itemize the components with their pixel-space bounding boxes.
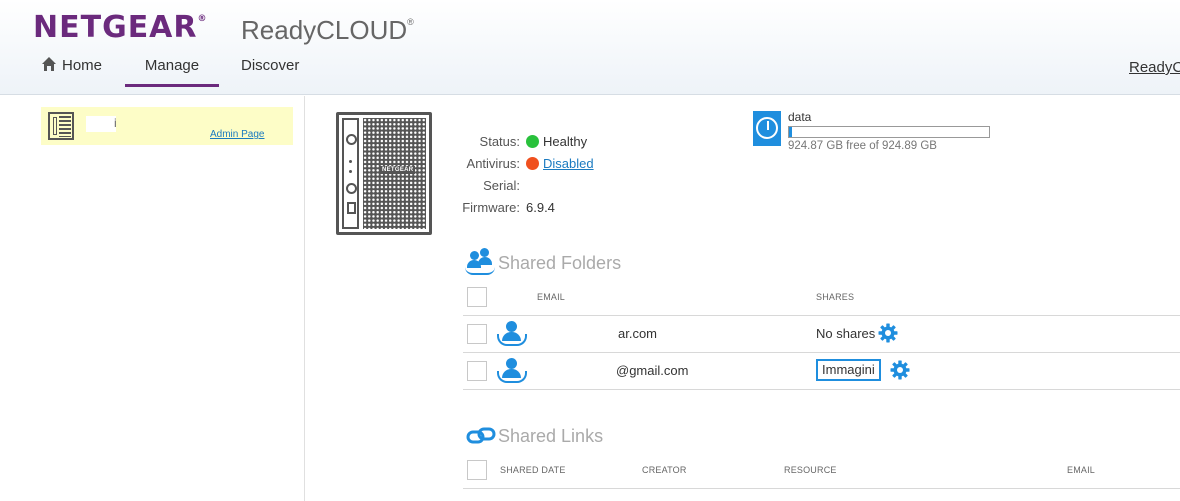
volume-usage-bar <box>788 126 990 138</box>
tab-manage-label: Manage <box>144 57 200 74</box>
home-icon <box>42 57 56 71</box>
column-header-email: EMAIL <box>537 292 566 302</box>
tab-discover[interactable]: Discover <box>241 57 299 87</box>
device-list-item[interactable]: i Admin Page <box>41 107 293 145</box>
gear-icon[interactable] <box>878 323 898 343</box>
device-sidebar: i Admin Page <box>0 96 305 501</box>
device-status-info: Status: Healthy Antivirus: Disabled Seri… <box>455 131 655 219</box>
select-all-links-checkbox[interactable] <box>467 460 487 480</box>
shares-value: No shares <box>816 326 876 341</box>
volume-name: data <box>788 110 812 124</box>
firmware-value: 6.9.4 <box>526 200 555 215</box>
power-icon <box>346 134 357 145</box>
column-header-shares: SHARES <box>816 292 855 302</box>
user-icon <box>497 320 527 348</box>
column-header-resource: RESOURCE <box>784 465 837 475</box>
admin-page-link[interactable]: Admin Page <box>210 129 264 140</box>
row-checkbox[interactable] <box>467 324 487 344</box>
volume-free-text: 924.87 GB free of 924.89 GB <box>788 140 937 152</box>
shared-folders-icon <box>465 248 495 276</box>
healthy-status-icon <box>526 135 539 148</box>
column-header-shared-date: SHARED DATE <box>500 465 566 475</box>
tab-manage[interactable]: Manage <box>125 57 219 87</box>
user-email: ar.com <box>618 326 658 341</box>
tab-discover-label: Discover <box>241 57 300 74</box>
status-value: Healthy <box>543 134 588 149</box>
antivirus-link[interactable]: Disabled <box>543 156 594 171</box>
netgear-logo[interactable]: NETGEAR® <box>33 10 208 45</box>
user-email: @gmail.com <box>616 363 689 378</box>
antivirus-status-icon <box>526 157 539 170</box>
column-header-email: EMAIL <box>1067 465 1096 475</box>
nas-device-icon <box>48 112 74 140</box>
tab-home-label: Home <box>62 57 103 74</box>
readycloud-account-link[interactable]: ReadyC <box>1129 59 1180 76</box>
app-header: NETGEAR® ReadyCLOUD® Home Manage Discove… <box>0 0 1180 95</box>
row-checkbox[interactable] <box>467 361 487 381</box>
nas-logo: NETGEAR <box>380 166 416 174</box>
volume-pie-icon <box>753 111 781 146</box>
shared-links-title: Shared Links <box>498 426 604 446</box>
column-header-creator: CREATOR <box>642 465 687 475</box>
select-all-folders-checkbox[interactable] <box>467 287 487 307</box>
user-icon <box>497 357 527 385</box>
share-folder-button[interactable]: Immagini <box>816 359 881 381</box>
shared-folders-title: Shared Folders <box>498 253 622 273</box>
nas-illustration: NETGEAR <box>336 112 432 235</box>
tab-home[interactable]: Home <box>42 57 102 87</box>
device-name: i <box>86 116 117 132</box>
link-icon <box>466 427 496 444</box>
product-title: ReadyCLOUD® <box>241 15 414 45</box>
gear-icon[interactable] <box>890 360 910 380</box>
